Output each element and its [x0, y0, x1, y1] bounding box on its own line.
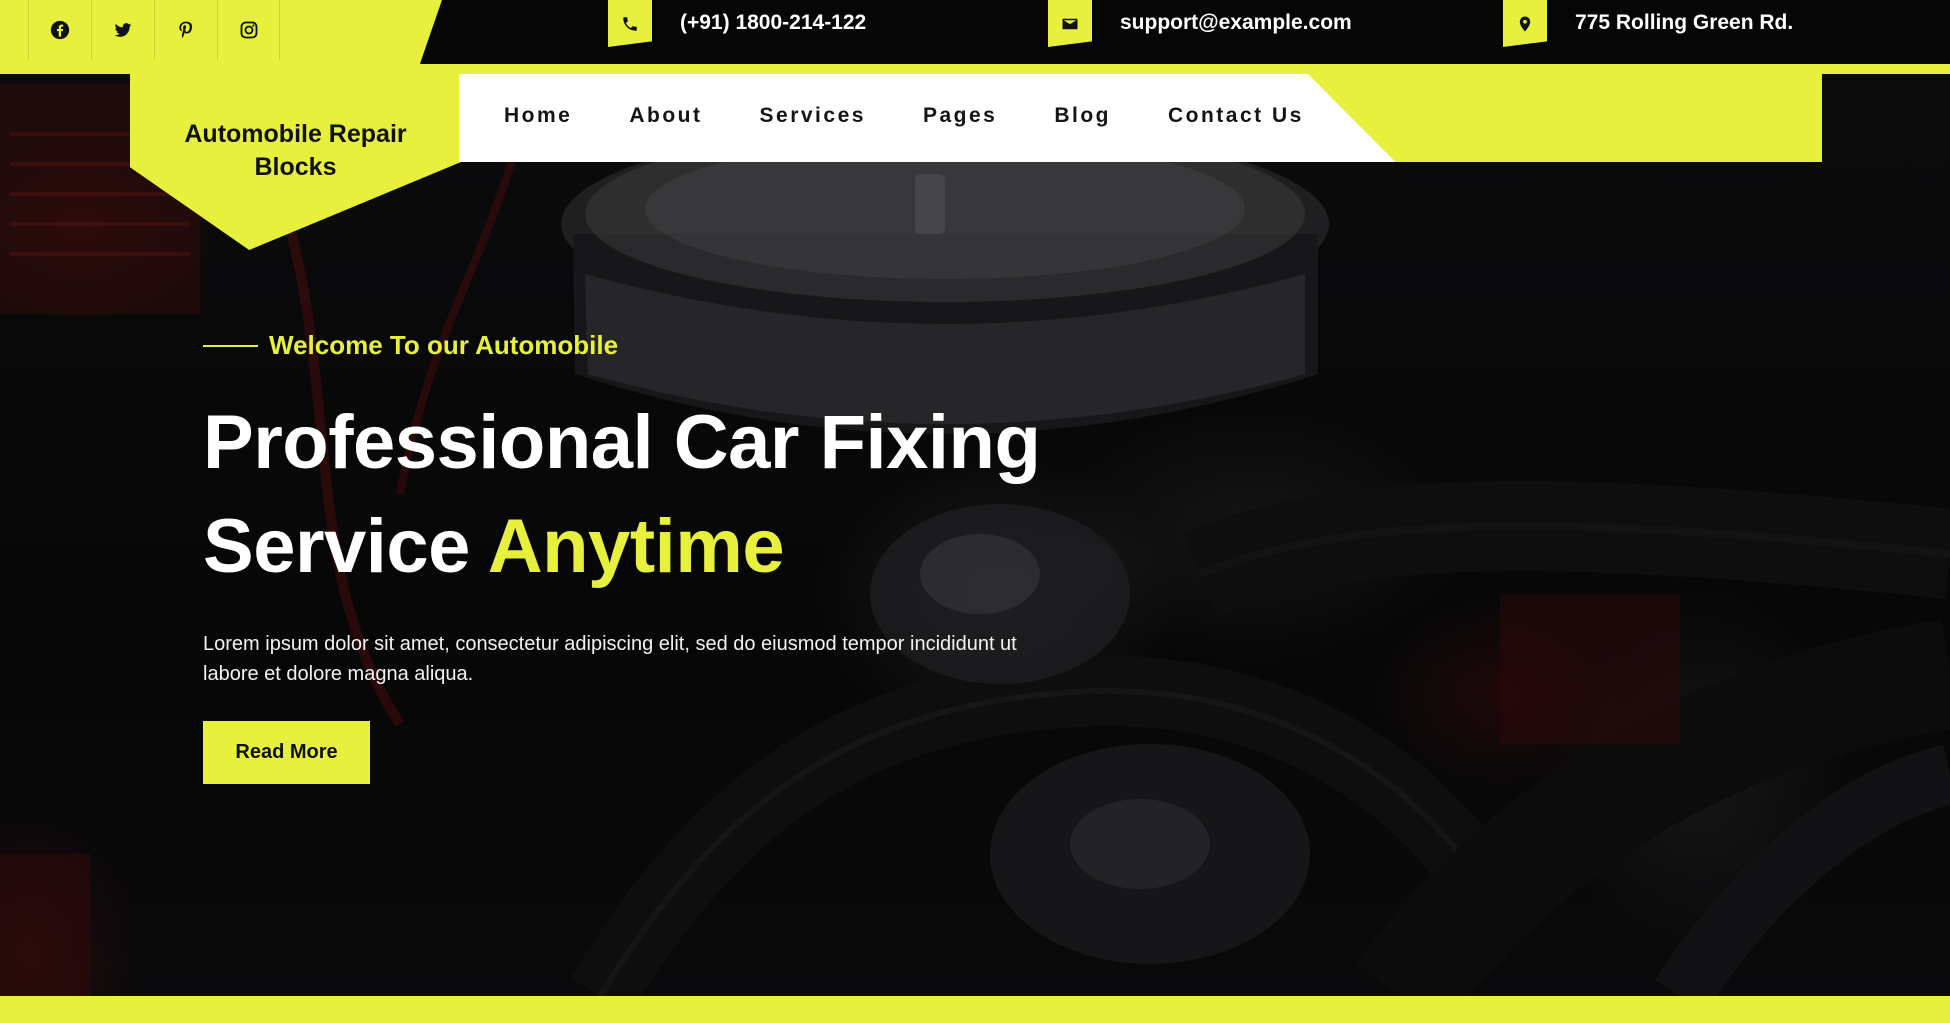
contact-address[interactable]: 775 Rolling Green Rd. — [1503, 0, 1793, 47]
phone-icon — [608, 0, 652, 47]
pinterest-icon — [179, 21, 193, 39]
twitter-icon — [114, 23, 132, 37]
facebook-icon — [50, 20, 70, 40]
pinterest-link[interactable] — [154, 0, 217, 60]
phone-number: (+91) 1800-214-122 — [680, 11, 867, 34]
nav-item-about[interactable]: About — [629, 104, 702, 128]
twitter-link[interactable] — [91, 0, 154, 60]
nav-item-home[interactable]: Home — [504, 104, 572, 128]
read-more-button[interactable]: Read More — [203, 721, 370, 784]
nav-item-services[interactable]: Services — [760, 104, 866, 128]
instagram-icon — [240, 21, 257, 39]
street-address: 775 Rolling Green Rd. — [1575, 11, 1794, 34]
top-bar: (+91) 1800-214-122 support@example.com 7… — [0, 0, 1950, 64]
email-address: support@example.com — [1120, 11, 1352, 34]
hero-content: Welcome To our Automobile Professional C… — [203, 330, 1203, 784]
headline-highlight: Anytime — [487, 504, 785, 589]
nav-bar-accent — [1308, 74, 1822, 162]
social-links — [28, 0, 280, 60]
hero-headline: Professional Car Fixing Service Anytime — [203, 391, 1203, 599]
contact-email[interactable]: support@example.com — [1048, 0, 1352, 47]
main-nav: Home About Services Pages Blog Contact U… — [504, 104, 1304, 128]
facebook-link[interactable] — [28, 0, 91, 60]
instagram-link[interactable] — [217, 0, 280, 60]
tagline-rule — [203, 344, 258, 347]
hero-bottom-band — [0, 996, 1950, 1023]
hero-tagline: Welcome To our Automobile — [203, 330, 1203, 361]
contact-phone[interactable]: (+91) 1800-214-122 — [608, 0, 866, 47]
site-logo[interactable]: Automobile Repair Blocks — [130, 118, 461, 184]
header-accent-line — [0, 64, 1950, 74]
nav-item-blog[interactable]: Blog — [1054, 104, 1111, 128]
tagline-text: Welcome To our Automobile — [269, 330, 619, 360]
location-pin-icon — [1503, 0, 1547, 47]
hero-description: Lorem ipsum dolor sit amet, consectetur … — [203, 633, 1017, 685]
headline-line-2: Service — [203, 504, 470, 589]
nav-item-pages[interactable]: Pages — [923, 104, 997, 128]
nav-item-contact-us[interactable]: Contact Us — [1168, 104, 1304, 128]
mail-icon — [1048, 0, 1092, 47]
headline-line-1: Professional Car Fixing — [203, 400, 1041, 485]
